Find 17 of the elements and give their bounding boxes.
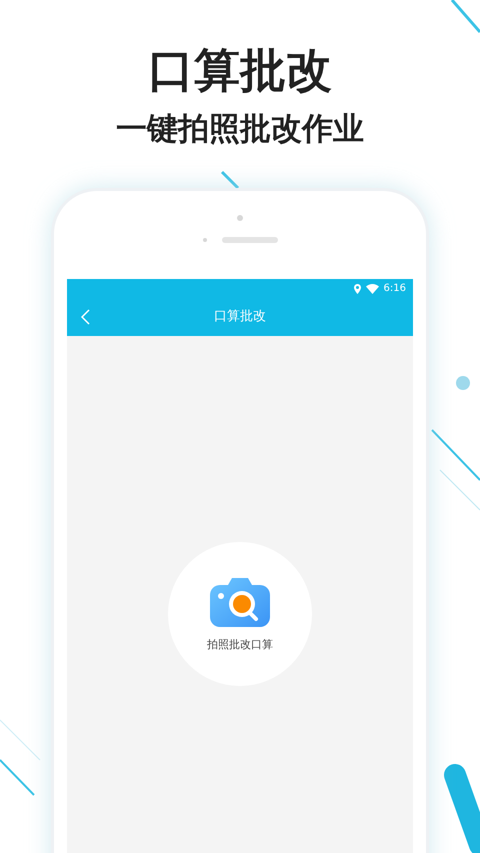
decorative-dot — [456, 376, 470, 390]
camera-button[interactable]: 拍照批改口算 — [168, 542, 312, 686]
back-chevron-icon — [81, 309, 90, 325]
back-button[interactable] — [81, 309, 90, 325]
nav-title: 口算批改 — [214, 308, 266, 326]
decorative-stripe — [431, 429, 480, 481]
location-icon — [354, 284, 361, 294]
phone-speaker — [222, 237, 278, 243]
promo-subtitle: 一键拍照批改作业 — [116, 110, 364, 149]
promo-title: 口算批改 — [148, 42, 332, 99]
status-time: 6:16 — [384, 284, 406, 294]
decorative-stripe — [0, 759, 35, 796]
decorative-stripe — [450, 0, 480, 33]
decorative-stripe — [0, 720, 40, 760]
decorative-stripe — [440, 470, 480, 510]
decorative-stripe — [220, 170, 240, 190]
wifi-icon — [366, 284, 379, 294]
